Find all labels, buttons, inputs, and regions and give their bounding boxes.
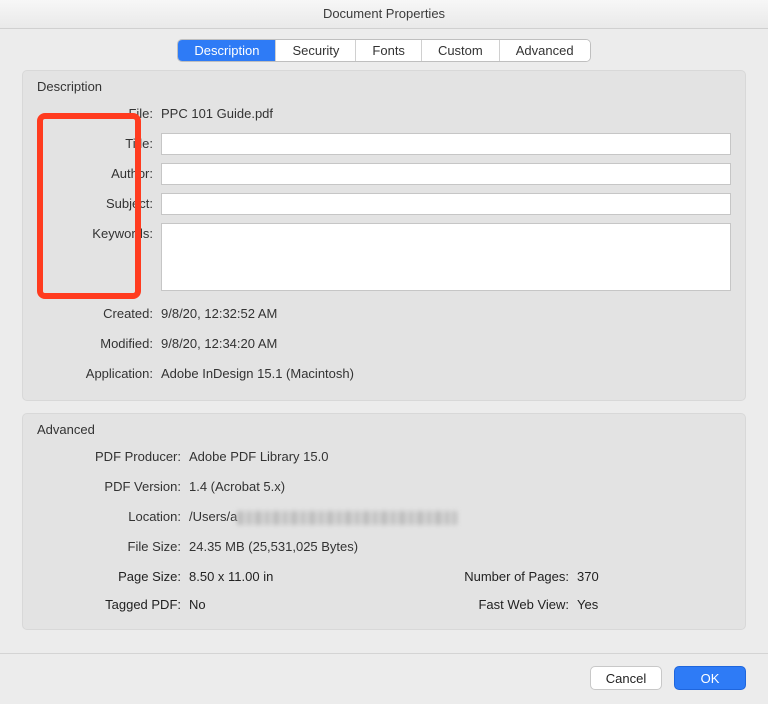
keywords-input[interactable] [161, 223, 731, 291]
author-label: Author: [23, 163, 161, 185]
filesize-value: 24.35 MB (25,531,025 Bytes) [189, 536, 731, 558]
application-value: Adobe InDesign 15.1 (Macintosh) [161, 363, 731, 385]
tagged-label: Tagged PDF: [23, 594, 189, 616]
advanced-heading: Advanced [23, 414, 745, 443]
subject-label: Subject: [23, 193, 161, 215]
advanced-panel: Advanced PDF Producer: Adobe PDF Library… [22, 413, 746, 630]
author-input[interactable] [161, 163, 731, 185]
tagged-value: No [189, 594, 389, 616]
numpages-label: Number of Pages: [389, 566, 577, 588]
producer-value: Adobe PDF Library 15.0 [189, 446, 731, 468]
tab-security[interactable]: Security [276, 40, 356, 61]
producer-label: PDF Producer: [23, 446, 189, 468]
created-value: 9/8/20, 12:32:52 AM [161, 303, 731, 325]
footer-divider [0, 653, 768, 654]
modified-value: 9/8/20, 12:34:20 AM [161, 333, 731, 355]
fastweb-value: Yes [577, 594, 731, 616]
document-properties-window: Document Properties Description Security… [0, 0, 768, 704]
dialog-buttons: Cancel OK [590, 666, 746, 690]
description-panel: Description File: PPC 101 Guide.pdf Titl… [22, 70, 746, 401]
filesize-label: File Size: [23, 536, 189, 558]
window-title: Document Properties [0, 0, 768, 29]
location-label: Location: [23, 506, 189, 528]
tab-description[interactable]: Description [178, 40, 276, 61]
created-label: Created: [23, 303, 161, 325]
location-value: /Users/a [189, 506, 731, 528]
title-input[interactable] [161, 133, 731, 155]
application-label: Application: [23, 363, 161, 385]
ok-button[interactable]: OK [674, 666, 746, 690]
subject-input[interactable] [161, 193, 731, 215]
pagesize-value: 8.50 x 11.00 in [189, 566, 389, 588]
file-value: PPC 101 Guide.pdf [161, 103, 731, 125]
pagesize-label: Page Size: [23, 566, 189, 588]
keywords-label: Keywords: [23, 223, 161, 245]
description-heading: Description [23, 71, 745, 100]
fastweb-label: Fast Web View: [389, 594, 577, 616]
version-label: PDF Version: [23, 476, 189, 498]
tab-custom[interactable]: Custom [422, 40, 500, 61]
version-value: 1.4 (Acrobat 5.x) [189, 476, 731, 498]
numpages-value: 370 [577, 566, 731, 588]
tab-fonts[interactable]: Fonts [356, 40, 422, 61]
location-redacted [237, 511, 457, 525]
cancel-button[interactable]: Cancel [590, 666, 662, 690]
file-label: File: [23, 103, 161, 125]
tab-advanced[interactable]: Advanced [500, 40, 590, 61]
tab-bar: Description Security Fonts Custom Advanc… [0, 39, 768, 62]
location-prefix: /Users/a [189, 509, 237, 524]
modified-label: Modified: [23, 333, 161, 355]
title-label: Title: [23, 133, 161, 155]
